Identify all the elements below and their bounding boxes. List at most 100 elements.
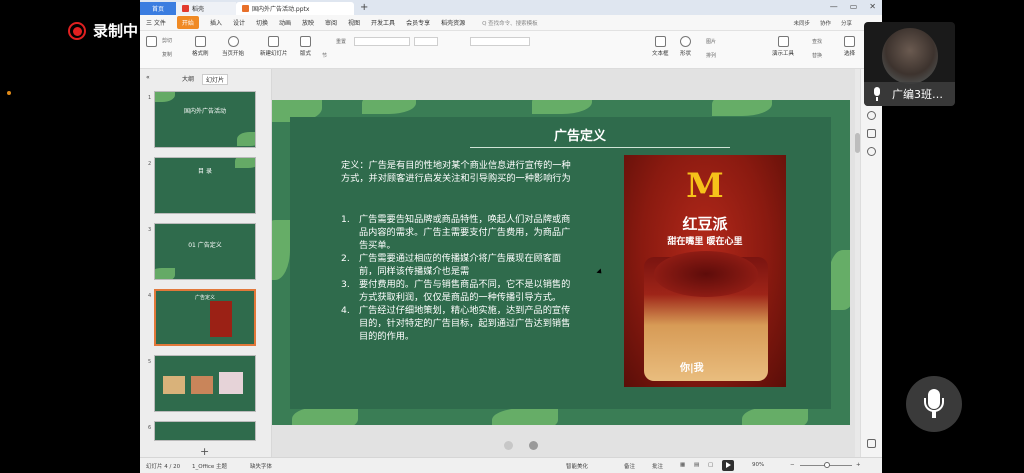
more-icon[interactable] [867, 439, 876, 448]
menu-slideshow[interactable]: 放映 [302, 18, 314, 27]
right-side-toolbar [860, 69, 882, 457]
menu-file[interactable]: 三 文件 [146, 18, 166, 27]
mcdonalds-logo: M [686, 166, 724, 206]
new-slide-icon [268, 36, 280, 47]
current-slide[interactable]: 广告定义 定义：广告是有目的性地对某个商业信息进行宣传的一种方式，并对顾客进行启… [272, 100, 850, 425]
paragraph-style-select[interactable] [470, 37, 530, 46]
menu-insert[interactable]: 插入 [210, 18, 222, 27]
zoom-in-icon[interactable]: + [856, 462, 861, 468]
slide-thumbnail-3[interactable]: 01 广告定义 [154, 223, 256, 280]
new-slide-label: 新建幻灯片 [260, 51, 288, 57]
title-underline [470, 147, 730, 148]
presentation-app-window: 首页 稻壳 国内外广告活动.pptx + — ▭ ✕ 三 文件 开始 插入 设计… [140, 0, 882, 473]
textbox-button[interactable]: 文本框 [652, 36, 669, 57]
location-icon[interactable] [867, 147, 876, 156]
close-icon[interactable]: ✕ [869, 2, 876, 11]
shape-label: 形状 [680, 51, 692, 57]
list-item: 1. 广告需要告知品牌或商品特性，唤起人们对品牌或商品内容的需求。广告主需要支付广… [341, 213, 573, 252]
help-icon[interactable] [867, 111, 876, 120]
menu-developer[interactable]: 开发工具 [371, 18, 395, 27]
new-slide-button[interactable]: 新建幻灯片 [260, 36, 288, 57]
font-size-select[interactable] [414, 37, 438, 46]
slide-thumbnail-5[interactable] [154, 355, 256, 412]
thumbnail-title: 01 广告定义 [188, 242, 222, 249]
menu-member[interactable]: 会员专享 [406, 18, 430, 27]
arrange-button[interactable]: 排列 [706, 52, 716, 59]
layout-button[interactable]: 版式 [300, 36, 311, 57]
pager-dot[interactable] [504, 441, 513, 450]
zoom-out-icon[interactable]: − [790, 462, 795, 468]
notes-button[interactable]: 备注 [624, 462, 635, 470]
ad-headline: 红豆派 [682, 215, 728, 233]
sorter-view-icon[interactable]: ▤ [694, 462, 699, 468]
list-item: 2. 广告需要通过相应的传播媒介将广告展现在顾客面前，同样该传播媒介也是需 [341, 252, 573, 278]
menu-transitions[interactable]: 切换 [256, 18, 268, 27]
collapse-icon[interactable]: « [146, 74, 150, 81]
slide-counter: 幻灯片 4 / 20 [146, 464, 181, 470]
microphone-button[interactable] [906, 376, 962, 432]
participant-video-tile[interactable]: 广编3班… [864, 22, 955, 106]
section-button[interactable]: 节 [322, 52, 327, 59]
menu-right-group: 未同步 协作 分享 [793, 19, 852, 27]
slide-pager [504, 441, 538, 450]
cut-label[interactable]: 剪切 [162, 37, 172, 44]
reading-view-icon[interactable]: ▢ [708, 462, 713, 468]
format-painter-icon [194, 36, 206, 47]
menu-start[interactable]: 开始 [176, 16, 199, 29]
slide-thumbnail-4[interactable]: 广告定义 [154, 289, 256, 346]
command-search-input[interactable]: Q 查找命令、搜索模板 [482, 19, 538, 27]
picture-button[interactable]: 图片 [706, 38, 716, 45]
points-list: 1. 广告需要告知品牌或商品特性，唤起人们对品牌或商品内容的需求。广告主需要支付广… [341, 213, 573, 343]
leaf-decoration [155, 92, 175, 102]
screen: 录制中 首页 稻壳 国内外广告活动.pptx + — ▭ ✕ 三 文件 开始 插… [0, 0, 1024, 473]
item-text: 广告需要告知品牌或商品特性，唤起人们对品牌或商品内容的需求。广告主需要支付广告费… [359, 214, 571, 251]
start-from-current-label: 当页开始 [222, 51, 245, 57]
tab-document[interactable]: 国内外广告活动.pptx [236, 2, 354, 15]
item-text: 要付费用的。广告与销售商品不同，它不是以销售的方式获取利润，仅仅是商品的一种传播… [359, 279, 571, 303]
missing-font-button[interactable]: 缺失字体 [250, 462, 272, 470]
red-bean-filling [654, 251, 758, 297]
sync-button[interactable]: 未同步 [793, 19, 810, 27]
slide-thumbnail-1[interactable]: 国内外广告活动 [154, 91, 256, 148]
cut-button[interactable] [146, 36, 157, 49]
copy-label[interactable]: 复制 [162, 51, 172, 58]
tab-slides[interactable]: 幻灯片 [202, 74, 229, 85]
share-button[interactable]: 分享 [841, 19, 852, 27]
start-from-current-button[interactable]: 当页开始 [222, 36, 244, 57]
collaborate-button[interactable]: 协作 [820, 19, 831, 27]
leaf-decoration [532, 100, 592, 114]
comments-button[interactable]: 批注 [652, 462, 663, 470]
presentation-tools-button[interactable]: 演示工具 [772, 36, 794, 57]
menu-review[interactable]: 审阅 [325, 18, 337, 27]
menu-docer[interactable]: 稻壳资源 [441, 18, 465, 27]
slideshow-play-button[interactable] [722, 460, 734, 471]
reset-button[interactable]: 重置 [336, 38, 346, 45]
menu-design[interactable]: 设计 [233, 18, 245, 27]
normal-view-icon[interactable]: ▦ [680, 462, 685, 468]
slide-thumbnail-6[interactable] [154, 421, 256, 441]
tab-outline[interactable]: 大纲 [182, 74, 194, 83]
shape-button[interactable]: 形状 [680, 36, 691, 57]
smart-beautify-button[interactable]: 智能美化 [566, 462, 588, 470]
format-painter-button[interactable]: 格式刷 [192, 36, 209, 57]
tab-home[interactable]: 首页 [140, 2, 176, 15]
item-number: 2. [341, 253, 350, 264]
share-panel-icon[interactable] [867, 129, 876, 138]
pager-dot-active[interactable] [529, 441, 538, 450]
new-tab-button[interactable]: + [360, 2, 368, 13]
slide-thumbnail-2[interactable]: 目 录 [154, 157, 256, 214]
slide-title: 广告定义 [553, 129, 606, 144]
menu-animation[interactable]: 动画 [279, 18, 291, 27]
menu-view[interactable]: 视图 [348, 18, 360, 27]
zoom-value[interactable]: 90% [752, 462, 764, 468]
replace-button[interactable]: 替换 [812, 52, 822, 59]
thumbnail-title: 目 录 [198, 168, 212, 175]
minimize-icon[interactable]: — [830, 2, 838, 11]
font-family-select[interactable] [354, 37, 410, 46]
find-button[interactable]: 查找 [812, 38, 822, 45]
slide-thumbnail-pane: « 大纲 幻灯片 1 国内外广告活动 2 目 录 3 01 广告定义 4 广告定… [140, 69, 272, 458]
tab-docer[interactable]: 稻壳 [176, 2, 236, 15]
select-button[interactable]: 选择 [844, 36, 855, 57]
zoom-slider-knob[interactable] [824, 462, 830, 468]
restore-icon[interactable]: ▭ [850, 2, 858, 11]
